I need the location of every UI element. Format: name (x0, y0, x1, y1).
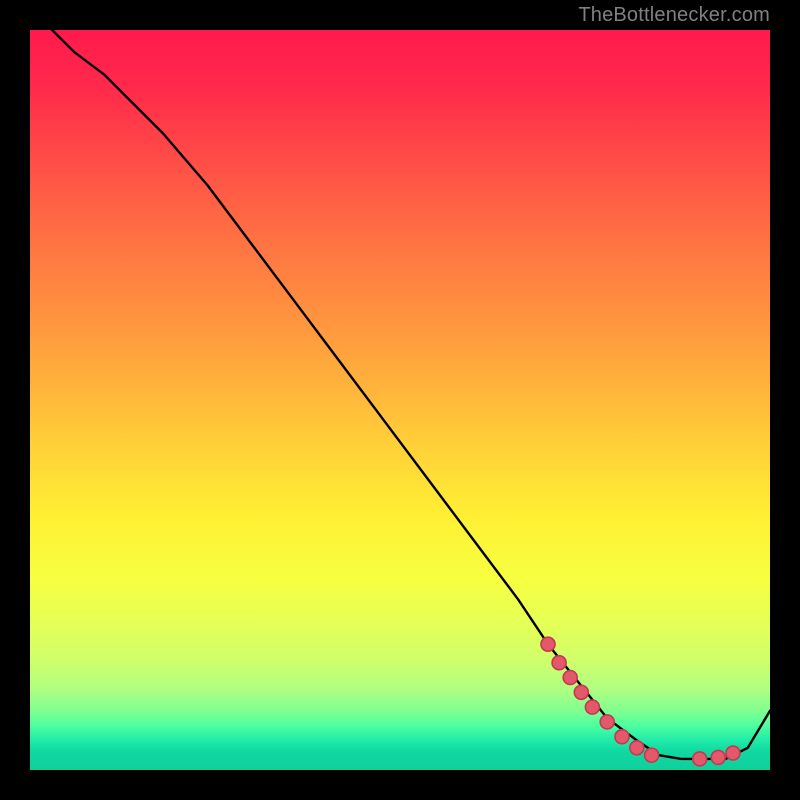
data-point (645, 748, 659, 762)
data-point (711, 750, 725, 764)
data-point (615, 730, 629, 744)
data-point (726, 746, 740, 760)
data-point (693, 752, 707, 766)
chart-svg (30, 30, 770, 770)
data-point (541, 637, 555, 651)
chart-stage: TheBottlenecker.com (0, 0, 800, 800)
chart-plot-area (30, 30, 770, 770)
data-point (574, 685, 588, 699)
chart-markers (541, 637, 740, 766)
chart-curve (52, 30, 770, 759)
watermark-text: TheBottlenecker.com (578, 4, 770, 27)
data-point (630, 741, 644, 755)
data-point (552, 656, 566, 670)
data-point (563, 671, 577, 685)
data-point (585, 700, 599, 714)
data-point (600, 715, 614, 729)
